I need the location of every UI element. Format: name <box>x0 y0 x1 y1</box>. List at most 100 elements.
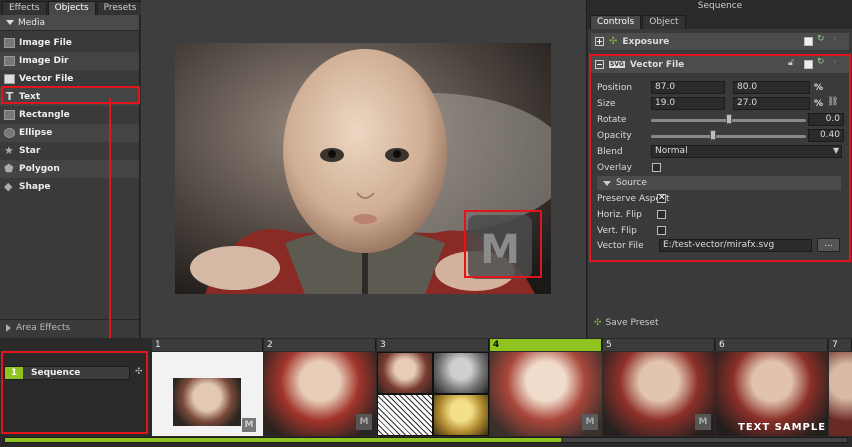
object-item-label: Shape <box>19 182 51 192</box>
watermark-logo: M <box>480 227 520 273</box>
rotate-label: Rotate <box>597 115 627 125</box>
right-panel: Sequence Controls Object + ✣ Exposure ↻ … <box>588 0 852 338</box>
rotate-value[interactable]: 0.0 <box>808 113 844 126</box>
frame-thumb-1[interactable]: M <box>152 352 263 436</box>
opacity-slider-track[interactable] <box>651 135 806 138</box>
vert-flip-checkbox[interactable] <box>657 226 666 235</box>
exposure-icon: ✣ <box>609 36 618 47</box>
frame-quad-gray <box>434 353 488 393</box>
object-item-label: Image File <box>19 38 72 48</box>
vert-flip-label: Vert. Flip <box>597 226 637 236</box>
object-item-label: Text <box>19 92 41 102</box>
save-preset-label: Save Preset <box>605 318 659 328</box>
timeline-scrollbar[interactable] <box>4 437 848 443</box>
blend-label: Blend <box>597 147 623 157</box>
collapse-triangle-icon <box>6 324 11 332</box>
horiz-flip-checkbox[interactable] <box>657 210 666 219</box>
object-item-label: Vector File <box>19 74 74 84</box>
tab-effects[interactable]: Effects <box>2 1 47 15</box>
browse-button[interactable]: ... <box>817 238 840 252</box>
frame-thumb-5[interactable]: M <box>603 352 715 436</box>
vector-file-label: Vector File <box>629 59 685 70</box>
frame-thumb-4-active[interactable]: M <box>490 352 602 436</box>
vector-file-path-input[interactable]: E:/test-vector/mirafx.svg <box>659 239 812 252</box>
frame-thumb-3[interactable] <box>377 352 489 436</box>
object-item-label: Polygon <box>19 164 60 174</box>
size-x-input[interactable]: 19.0 <box>651 97 725 110</box>
frame-number-active: 4 <box>490 339 602 351</box>
preserve-aspect-checkbox[interactable]: ✕ <box>657 194 666 203</box>
add-track-icon[interactable]: ✣ <box>135 367 143 377</box>
object-item-vector-file[interactable]: Vector File <box>0 70 139 88</box>
object-item-label: Image Dir <box>19 56 69 66</box>
preview-photo[interactable]: M <box>175 43 551 294</box>
tab-presets[interactable]: Presets <box>96 1 144 15</box>
opacity-slider-knob[interactable] <box>710 130 716 140</box>
baby-photo-image: M <box>175 43 551 294</box>
area-effects-label: Area Effects <box>16 323 71 333</box>
sequence-track[interactable]: 1 Sequence <box>4 366 130 380</box>
object-item-image-dir[interactable]: Image Dir <box>0 52 139 70</box>
save-preset-icon: ✣ <box>594 318 602 328</box>
frame-thumb-7[interactable] <box>829 352 852 436</box>
link-chain-icon[interactable]: ⛓︎ <box>827 97 838 107</box>
svg-file-icon <box>4 74 15 84</box>
tab-controls[interactable]: Controls <box>590 15 642 29</box>
panel-title: Sequence <box>588 0 852 13</box>
ellipse-icon <box>4 128 15 138</box>
image-file-icon <box>4 38 15 48</box>
image-dir-icon <box>4 56 15 66</box>
position-unit: % <box>814 83 824 93</box>
expand-plus-icon[interactable]: + <box>595 37 604 46</box>
preview-viewer: M <box>141 0 587 338</box>
expand-triangle-icon <box>603 180 611 186</box>
vector-enable-checkbox[interactable] <box>804 60 813 69</box>
reset-icon[interactable]: ↻ <box>817 57 825 67</box>
watermark-logo: M <box>356 414 372 430</box>
overlay-checkbox[interactable] <box>652 163 661 172</box>
chevron-down-icon[interactable]: ▼ <box>833 146 839 155</box>
position-y-input[interactable]: 80.0 <box>733 81 810 94</box>
rotate-slider-knob[interactable] <box>725 114 732 124</box>
chevron-right-icon[interactable]: › <box>833 57 837 67</box>
frame-quad-sketch <box>378 395 432 435</box>
frame-thumb-6[interactable]: TEXT SAMPLE <box>716 352 828 436</box>
horiz-flip-label: Horiz. Flip <box>597 210 642 220</box>
frame-quad-color <box>378 353 432 393</box>
size-unit: % <box>814 99 824 109</box>
save-preset-button[interactable]: ✣ Save Preset <box>594 318 659 328</box>
reset-icon[interactable]: ↻ <box>817 34 825 44</box>
object-item-label: Ellipse <box>19 128 53 138</box>
position-x-input[interactable]: 87.0 <box>651 81 725 94</box>
media-section-label: Media <box>18 17 46 28</box>
frame-number: 5 <box>603 339 715 351</box>
exposure-label: Exposure <box>622 36 670 47</box>
star-icon: ★ <box>4 144 14 157</box>
tab-object[interactable]: Object <box>642 15 686 29</box>
watermark-logo: M <box>695 414 711 430</box>
object-item-image-file[interactable]: Image File <box>0 34 139 52</box>
overlay-label: Overlay <box>597 163 632 173</box>
tab-objects[interactable]: Objects <box>47 1 96 15</box>
frame-number: 7 <box>829 339 852 351</box>
size-label: Size <box>597 99 616 109</box>
source-section-header[interactable]: Source <box>597 176 841 190</box>
chevron-right-icon[interactable]: › <box>833 34 837 44</box>
collapse-minus-icon[interactable]: − <box>595 60 604 69</box>
frame-quad-sepia <box>434 395 488 435</box>
object-item-label: Rectangle <box>19 110 70 120</box>
frame-number: 6 <box>716 339 828 351</box>
vector-file-path-label: Vector File <box>597 241 644 251</box>
exposure-enable-checkbox[interactable] <box>804 37 813 46</box>
svg-badge-icon: SVG <box>609 61 625 68</box>
size-y-input[interactable]: 27.0 <box>733 97 810 110</box>
opacity-value[interactable]: 0.40 <box>808 129 844 142</box>
media-section-header[interactable]: Media <box>0 15 139 31</box>
lock-icon[interactable]: 🔓︎ <box>788 58 794 68</box>
watermark-logo: M <box>582 414 598 430</box>
frame-thumb-2[interactable]: M <box>264 352 376 436</box>
blend-select[interactable]: Normal <box>651 145 842 158</box>
track-number-badge: 1 <box>5 367 23 379</box>
left-tabs: Effects Objects Presets <box>0 0 144 15</box>
timeline-scrollbar-fill[interactable] <box>5 438 561 442</box>
